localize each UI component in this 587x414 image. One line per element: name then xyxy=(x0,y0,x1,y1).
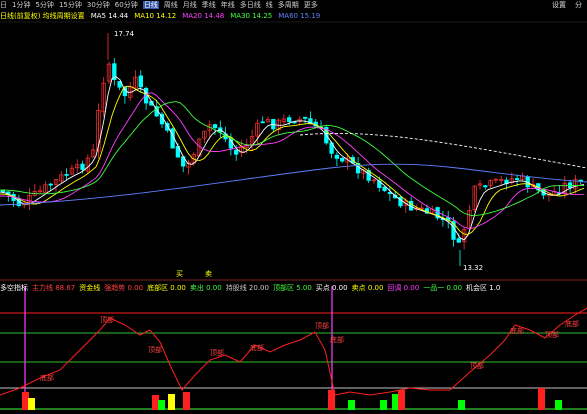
candle-body xyxy=(287,117,292,123)
signal-block xyxy=(28,398,35,410)
indicator-legend-item: 卖出 0.00 xyxy=(189,284,222,292)
ma120-line xyxy=(299,132,587,169)
candle-body xyxy=(340,157,345,162)
indicator-legend-item: 回调 0.00 xyxy=(387,284,420,292)
signal-block xyxy=(392,394,399,410)
signal-block xyxy=(328,390,335,410)
indicator-point-label: 顶部 xyxy=(470,361,484,370)
candle-body xyxy=(0,189,6,193)
candle-body xyxy=(212,124,218,129)
candle-body xyxy=(234,149,239,155)
indicator-point-label: 底部 xyxy=(250,343,264,352)
signal-block xyxy=(380,400,387,410)
signal-block xyxy=(22,392,29,410)
signal-block xyxy=(398,390,405,410)
buy-mark: 买 xyxy=(176,270,183,278)
indicator-point-label: 顶部 xyxy=(148,345,162,354)
main-indicator-line xyxy=(0,307,587,396)
candle-body xyxy=(302,116,308,119)
signal-block xyxy=(555,400,562,410)
indicator-legend-item: 资金线 xyxy=(79,284,101,292)
candle-body xyxy=(80,163,85,170)
indicator-point-label: 底部 xyxy=(40,373,54,382)
indicator-point-label: 顶部 xyxy=(100,315,114,324)
candle-body xyxy=(64,174,69,176)
indicator-legend: 多空指标 主力线 88.67 资金线 强趋势 0.00 底部区 0.00 卖出 0.00 持… xyxy=(0,283,587,293)
indicator-panel: 顶部底部顶部 顶部底部顶部底部顶部底部 顶部底部 xyxy=(0,286,587,410)
indicator-point-label: 顶部 xyxy=(210,348,224,357)
stock-chart: 顶部底部顶部 顶部底部顶部底部顶部底部 顶部底部 17.74 13.32 买 卖 xyxy=(0,21,587,410)
candlestick-series xyxy=(0,33,583,266)
indicator-legend-item: 买点 0.00 xyxy=(315,284,348,292)
signal-block xyxy=(158,400,165,410)
indicator-legend-item: 一品一 0.00 xyxy=(423,284,463,292)
candle-body xyxy=(514,178,520,180)
indicator-point-label: 顶部 xyxy=(545,330,559,339)
indicator-point-label: 顶部 xyxy=(315,321,329,330)
candle-body xyxy=(483,185,488,188)
indicator-point-label: 底部 xyxy=(330,335,344,344)
indicator-point-label: 底部 xyxy=(510,326,524,335)
indicator-legend-item: 持股线 20.00 xyxy=(225,284,269,292)
indicator-legend-item: 机会区 1.0 xyxy=(466,284,501,292)
indicator-legend-item: 顶部区 5.00 xyxy=(272,284,312,292)
high-price-label: 17.74 xyxy=(114,30,135,38)
indicator-legend-item: 多空指标 xyxy=(0,284,28,292)
signal-block xyxy=(348,400,355,410)
low-price-label: 13.32 xyxy=(463,264,483,272)
signal-block xyxy=(152,395,159,410)
signal-block xyxy=(458,400,465,410)
signal-block xyxy=(538,388,545,410)
signal-block xyxy=(183,392,190,410)
candle-body xyxy=(334,154,340,159)
candle-body xyxy=(456,238,461,243)
candle-body xyxy=(48,183,53,186)
indicator-legend-item: 主力线 88.67 xyxy=(32,284,76,292)
candle-body xyxy=(382,186,387,192)
sell-mark: 卖 xyxy=(205,270,212,278)
signal-block xyxy=(168,394,175,410)
indicator-point-label: 底部 xyxy=(565,319,579,328)
indicator-legend-item: 卖点 0.00 xyxy=(351,284,384,292)
indicator-legend-item: 底部区 0.00 xyxy=(147,284,186,292)
candle-body xyxy=(138,75,143,88)
candle-body xyxy=(578,179,583,182)
candle-body xyxy=(260,121,265,124)
indicator-legend-item: 强趋势 0.00 xyxy=(104,284,144,292)
